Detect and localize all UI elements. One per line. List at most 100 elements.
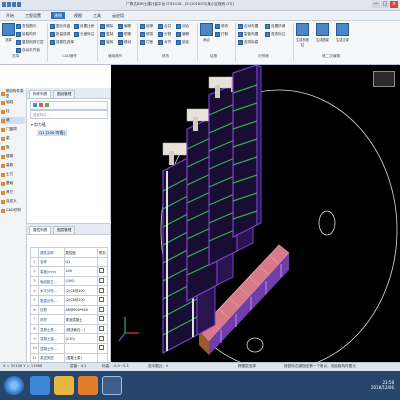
check-label-button[interactable]: 查改标注 [265,31,285,37]
property-row[interactable]: 6 拉筋 A6@600*600 [29,304,108,316]
cross-layer-select[interactable]: 跨图层选择 [238,364,256,369]
open-icon[interactable] [17,2,21,7]
viewcube-icon[interactable] [373,71,395,87]
undo-icon[interactable] [7,2,11,7]
nav-earthwork[interactable]: 土方 [1,171,25,178]
3d-viewport[interactable] [111,65,400,367]
tab-project-settings[interactable]: 工程设置 [22,12,44,19]
property-row[interactable]: 9 混凝土强... (C30) [29,333,108,344]
select-by-attribute-button[interactable]: 按属性选择 [50,39,74,45]
nav-column[interactable]: 柱 [1,108,25,115]
extra-checkbox[interactable] [99,287,105,293]
glodon-app-icon[interactable] [102,376,122,395]
nav-wall[interactable]: 墙 [1,117,25,124]
select-button[interactable]: 选择 [2,23,15,43]
new-component-icon[interactable] [33,103,37,107]
extra-checkbox[interactable] [99,316,105,322]
set-arch-wall-button[interactable]: 设置拱墙 [265,23,285,29]
extra-checkbox[interactable] [99,335,105,341]
nav-foundation[interactable]: 基础 [1,180,25,187]
nav-decoration[interactable]: 装修 [1,162,25,169]
nav-cad-recognize[interactable]: CAD识别 [1,207,25,214]
tab-layer-manager[interactable]: 图层管理 [53,226,76,235]
maximize-button[interactable]: □ [381,1,389,8]
copy-button[interactable]: 复制 [100,31,113,37]
auto-layout-button[interactable]: 自动布置 [238,23,258,29]
save-element-button[interactable]: 图元存盘 [50,23,70,29]
merge-button[interactable]: 合并 [158,23,171,29]
start-orb-icon[interactable] [4,376,24,395]
minimize-button[interactable]: — [372,1,380,8]
offset-button[interactable]: 偏移 [118,23,131,29]
two-point-button[interactable]: 两点 [200,23,213,43]
length-dimension-button[interactable]: 长度标注 [74,31,94,37]
property-row[interactable]: 7 材质 现浇混凝土 [29,314,108,325]
move-button[interactable]: 移动 [118,39,131,45]
find-element-button[interactable]: 查找图元 [16,23,36,29]
smart-layout-button[interactable]: 智能布置 [238,31,258,37]
generate-lintel-button[interactable]: 生成过梁 [336,23,349,43]
split-button[interactable]: 分割 [158,31,171,37]
copy-component-icon[interactable] [45,103,49,107]
explorer-folder-icon[interactable] [54,376,74,395]
extra-checkbox[interactable] [99,326,105,332]
break2-button[interactable]: 打断 [215,31,228,37]
property-row[interactable]: 4 水平分布... (2)C8@200 [29,285,108,296]
auto-level-slab-button[interactable]: 自动平齐板 [16,47,40,53]
nav-stairs[interactable]: 楼梯 [1,153,25,160]
nav-custom[interactable]: 自定义 [1,198,25,205]
pick-component-button[interactable]: 拾取构件 [16,31,36,37]
extra-checkbox[interactable] [99,268,105,274]
close-shape-button[interactable]: 闭合 [176,23,189,29]
tree-item-q1[interactable]: Q1 [200 内墙] [37,130,67,136]
extra-checkbox[interactable] [99,297,105,303]
delete-button[interactable]: 删除 [100,23,113,29]
property-row[interactable]: 1 名称 Q1 [29,256,108,268]
align-button[interactable]: 对齐 [158,39,171,45]
property-row[interactable]: 8 混凝土类... (现浇砾石...) [29,323,108,335]
tab-tools[interactable]: 工具 [90,12,104,19]
generate-ring-beam-button[interactable]: 生成圈梁 [316,23,329,43]
ie-browser-icon[interactable] [30,376,50,395]
tab-modeling[interactable]: 建模 [51,12,65,19]
extend-button[interactable]: 延伸 [140,23,153,29]
extra-checkbox[interactable] [99,278,105,284]
property-row[interactable]: 10 混凝土外... [29,342,108,354]
nav-door-window[interactable]: 门窗洞 [1,126,25,133]
search-input[interactable]: 搜索构件... [30,110,108,119]
nav-slab[interactable]: 板 [1,144,25,151]
tab-component-list[interactable]: 构件列表 [29,90,52,99]
orbit-handle-right[interactable] [318,210,336,236]
tab-property-list[interactable]: 属性列表 [29,226,52,235]
media-player-icon[interactable] [78,376,98,395]
extra-checkbox[interactable] [99,345,105,351]
trim-button[interactable]: 修剪 [140,31,153,37]
extra-checkbox[interactable] [99,306,105,312]
batch-select-button[interactable]: 批量选择 [50,31,70,37]
quick-access-toolbar[interactable] [2,2,21,7]
system-tray-clock[interactable]: 23:58 2018/12/06 [371,380,394,390]
tab-drawing-manager[interactable]: 图纸管理 [53,90,76,99]
mirror-button[interactable]: 镜像 [118,31,131,37]
break-button[interactable]: 打断 [140,39,153,45]
close-button[interactable]: × [390,1,398,8]
nav-axis[interactable]: 轴线 [1,99,25,106]
tree-root[interactable]: ▾ 剪力墙 [31,122,46,128]
delete-component-icon[interactable] [39,103,43,107]
tab-start[interactable]: 开始 [3,12,17,19]
save-icon[interactable] [2,2,6,7]
tab-view[interactable]: 视图 [71,12,85,19]
property-row[interactable]: 3 轴线距左... (100) [29,275,108,287]
lock-button[interactable]: 锁定 [176,39,189,45]
property-row[interactable]: 5 垂直分布... (2)C8@200 [29,294,108,306]
check-elevation-button[interactable]: 查改标高 [238,39,258,45]
property-row[interactable]: 2 厚度(mm) 200 [29,266,108,277]
generate-column-button[interactable]: 生成构造柱 [296,23,309,47]
rotate-button[interactable]: 旋转 [100,39,113,45]
redo-icon[interactable] [12,2,16,7]
tab-cloud[interactable]: 云应用 [109,12,127,19]
offset2-button[interactable]: 偏移 [176,31,189,37]
set-scale-button[interactable]: 设置比例 [74,23,94,29]
copy-to-floor-button[interactable]: 复制到其它层 [16,39,44,45]
nav-other[interactable]: 其它 [1,189,25,196]
